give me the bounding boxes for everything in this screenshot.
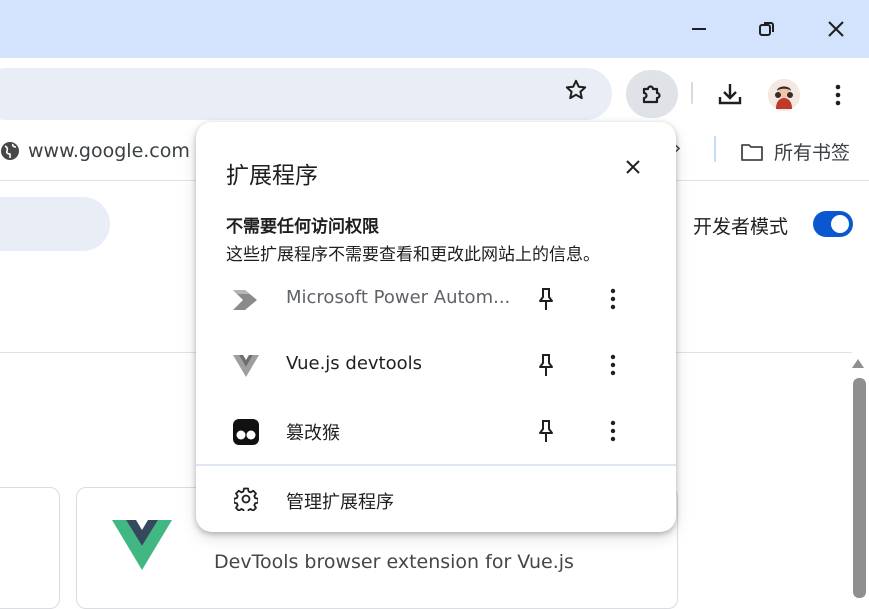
downloads-button[interactable]: [710, 74, 750, 114]
popup-title: 扩展程序: [226, 163, 318, 189]
manage-extensions-label: 管理扩展程序: [286, 492, 394, 513]
pin-icon: [539, 354, 553, 376]
pin-icon: [539, 420, 553, 442]
address-bar[interactable]: [0, 68, 612, 120]
restore-button[interactable]: [747, 10, 787, 48]
kebab-menu-icon: [610, 354, 616, 376]
extension-name: 篡改猴: [286, 423, 340, 444]
section-title: 不需要任何访问权限: [226, 217, 379, 237]
more-options-button[interactable]: [600, 416, 626, 446]
title-bar: [0, 0, 869, 58]
bookmark-google[interactable]: www.google.com: [0, 140, 190, 162]
kebab-menu-icon: [610, 420, 616, 442]
vue-logo-icon: [112, 520, 172, 570]
minimize-button[interactable]: [679, 10, 719, 48]
all-bookmarks-label: 所有书签: [774, 142, 851, 164]
more-options-button[interactable]: [600, 284, 626, 314]
tampermonkey-icon: [232, 418, 260, 446]
extension-name: Vue.js devtools: [286, 353, 423, 374]
pin-button[interactable]: [532, 350, 560, 380]
bookmarks-separator: [714, 136, 716, 162]
profile-avatar[interactable]: [768, 79, 800, 111]
gear-icon: [232, 485, 260, 513]
toggle-knob: [831, 215, 849, 233]
close-icon: [828, 21, 844, 37]
bookmark-google-label: www.google.com: [28, 140, 190, 162]
minimize-icon: [692, 28, 706, 30]
close-icon: [626, 160, 640, 174]
all-bookmarks-button[interactable]: 所有书签: [740, 138, 850, 165]
popup-divider: [196, 464, 676, 466]
extension-card: [0, 487, 60, 609]
restore-icon: [759, 22, 774, 36]
scroll-up-arrow-icon[interactable]: [852, 359, 864, 368]
vue-devtools-icon: [232, 352, 260, 380]
close-window-button[interactable]: [816, 10, 856, 48]
pin-button[interactable]: [532, 416, 560, 446]
extensions-popup: 扩展程序 不需要任何访问权限 这些扩展程序不需要查看和更改此网站上的信息。 Mi…: [196, 122, 676, 532]
toolbar-separator: [691, 82, 693, 104]
browser-menu-button[interactable]: [820, 76, 856, 114]
extension-name: Microsoft Power Autom...: [286, 287, 511, 308]
avatar-image-icon: [768, 79, 800, 111]
extension-row-vue-devtools[interactable]: Vue.js devtools: [196, 332, 676, 398]
search-extensions-input[interactable]: [0, 197, 110, 251]
kebab-menu-icon: [610, 288, 616, 310]
bookmark-star-button[interactable]: [560, 74, 592, 106]
scrollbar-thumb[interactable]: [853, 378, 866, 598]
more-options-button[interactable]: [600, 350, 626, 380]
developer-mode-toggle[interactable]: [813, 211, 853, 237]
toolbar: [0, 58, 869, 122]
extensions-button[interactable]: [626, 70, 678, 118]
vue-card-description: DevTools browser extension for Vue.js: [214, 551, 574, 573]
puzzle-icon: [642, 85, 661, 104]
popup-close-button[interactable]: [620, 154, 646, 180]
folder-icon: [741, 143, 763, 161]
section-description: 这些扩展程序不需要查看和更改此网站上的信息。: [226, 245, 600, 265]
pin-button[interactable]: [532, 284, 560, 314]
star-icon: [565, 79, 587, 100]
extension-row-tampermonkey[interactable]: 篡改猴: [196, 398, 676, 464]
manage-extensions-button[interactable]: 管理扩展程序: [196, 472, 676, 528]
download-icon: [718, 84, 742, 105]
power-automate-icon: [232, 286, 260, 314]
developer-mode-label: 开发者模式: [693, 216, 789, 238]
globe-icon: [1, 142, 19, 160]
kebab-menu-icon: [835, 84, 841, 106]
extension-row-power-automate[interactable]: Microsoft Power Autom...: [196, 266, 676, 332]
pin-icon: [539, 288, 553, 310]
